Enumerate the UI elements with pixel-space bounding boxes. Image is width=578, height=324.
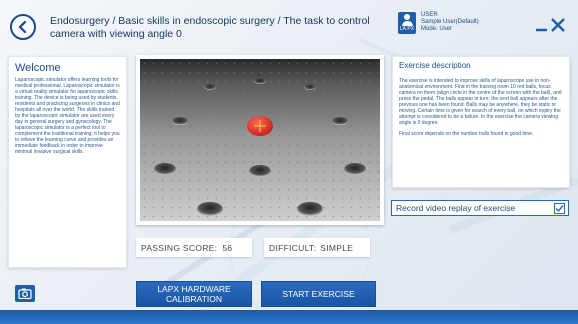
user-mode: Mode: User: [421, 26, 453, 32]
hardware-calibration-button[interactable]: LAPX HARDWARE CALIBRATION: [136, 281, 252, 307]
user-role-label: USER: [421, 12, 438, 18]
exercise-description-title: Exercise description: [399, 61, 471, 70]
user-icon: LA.PX: [398, 12, 416, 34]
camera-button[interactable]: [15, 285, 35, 302]
exercise-preview: [136, 55, 384, 225]
exercise-description-panel: Exercise description The exercise is int…: [392, 56, 570, 188]
passing-score: PASSING SCORE: 56: [136, 238, 252, 257]
difficulty-value: SIMPLE: [320, 242, 354, 253]
close-button[interactable]: [534, 14, 568, 36]
user-info: LA.PX USER Sample User(Default) Mode: Us…: [398, 12, 479, 34]
passing-score-value: 56: [222, 242, 233, 253]
chevron-left-icon: [18, 21, 27, 33]
user-name: Sample User(Default): [421, 19, 479, 25]
avatar-tag: LA.PX: [399, 26, 415, 32]
exercise-description-text: The exercise is intended to improve skil…: [399, 78, 562, 126]
exercise-score-note: Final score depends on the number balls …: [399, 131, 534, 137]
checkbox[interactable]: [554, 202, 565, 214]
passing-score-label: PASSING SCORE:: [141, 242, 218, 253]
welcome-panel: Welcome Laparoscopic simulator offers le…: [8, 56, 127, 268]
exercise-preview-image: [140, 59, 380, 221]
breadcrumb: Endosurgery / Basic skills in endoscopic…: [50, 15, 370, 40]
start-exercise-button[interactable]: START EXERCISE: [261, 281, 376, 307]
welcome-text: Laparoscopic simulator offers learning t…: [15, 77, 120, 155]
close-icon: [536, 18, 565, 32]
bottom-bar: [0, 310, 578, 324]
back-button[interactable]: [10, 14, 36, 40]
camera-icon: [18, 288, 32, 299]
record-video-label: Record video replay of exercise: [396, 203, 516, 213]
welcome-title: Welcome: [15, 62, 61, 74]
checkmark-icon: [555, 204, 564, 212]
difficulty: DIFFICULT: SIMPLE: [264, 238, 370, 257]
record-video-checkbox[interactable]: Record video replay of exercise: [391, 200, 569, 216]
difficulty-label: DIFFICULT:: [269, 242, 317, 253]
